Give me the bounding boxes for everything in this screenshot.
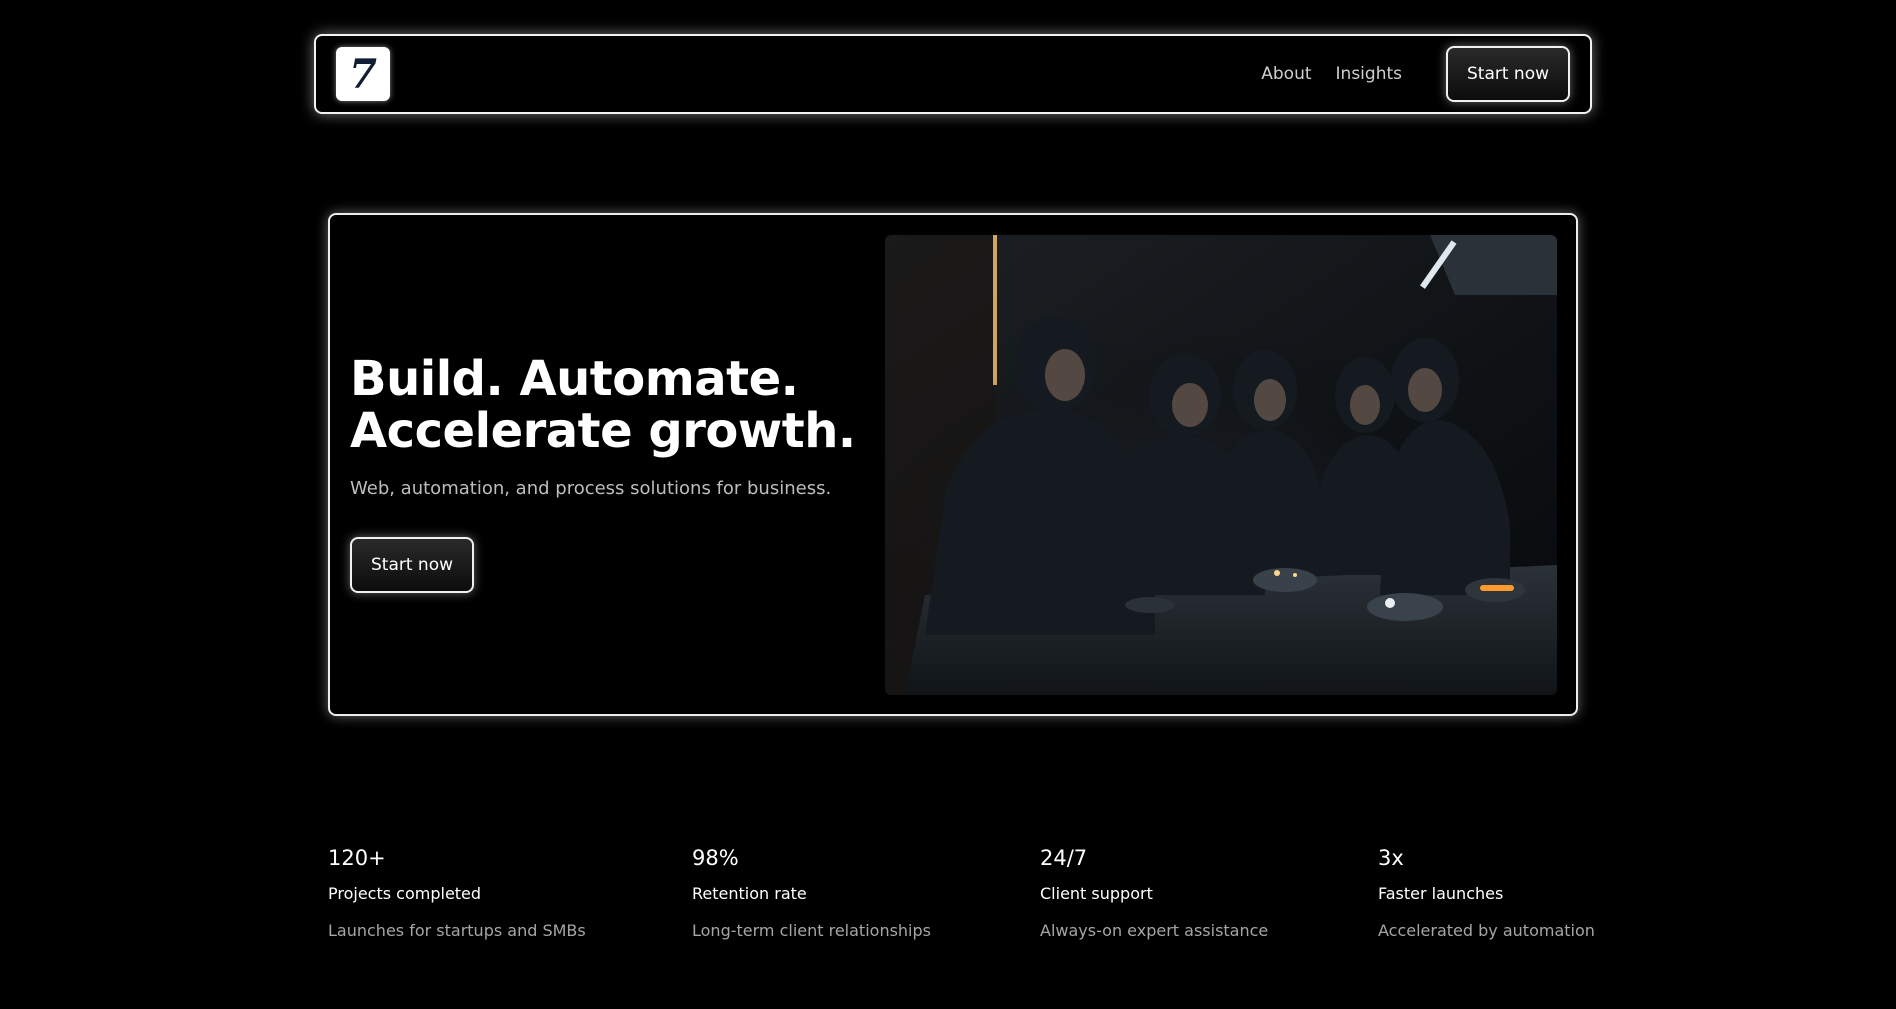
team-photo-illustration bbox=[885, 235, 1557, 695]
hero-title: Build. Automate. Accelerate growth. bbox=[350, 353, 856, 457]
hero-start-now-button[interactable]: Start now bbox=[350, 537, 474, 593]
stat-launches: 3x Faster launches Accelerated by automa… bbox=[1378, 846, 1595, 940]
stat-projects: 120+ Projects completed Launches for sta… bbox=[328, 846, 586, 940]
nav-link-insights[interactable]: Insights bbox=[1336, 64, 1402, 84]
stat-value: 3x bbox=[1378, 846, 1404, 870]
hero-card: Build. Automate. Accelerate growth. Web,… bbox=[328, 213, 1578, 716]
hero-image bbox=[885, 235, 1557, 695]
stat-value: 120+ bbox=[328, 846, 386, 870]
stat-retention: 98% Retention rate Long-term client rela… bbox=[692, 846, 931, 940]
stat-description: Accelerated by automation bbox=[1378, 921, 1595, 940]
stat-value: 98% bbox=[692, 846, 739, 870]
nav-links: About Insights Start now bbox=[1261, 46, 1570, 102]
top-navbar: 7 About Insights Start now bbox=[314, 34, 1592, 114]
stat-label: Client support bbox=[1040, 884, 1153, 903]
logo-glyph: 7 bbox=[349, 50, 377, 98]
stat-label: Retention rate bbox=[692, 884, 807, 903]
stat-label: Projects completed bbox=[328, 884, 482, 903]
nav-link-about[interactable]: About bbox=[1261, 64, 1311, 84]
stat-description: Always-on expert assistance bbox=[1040, 921, 1269, 940]
stat-description: Long-term client relationships bbox=[692, 921, 931, 940]
logo[interactable]: 7 bbox=[336, 47, 390, 101]
hero-title-line2: Accelerate growth. bbox=[350, 403, 856, 459]
stat-label: Faster launches bbox=[1378, 884, 1504, 903]
hero-title-line1: Build. Automate. bbox=[350, 351, 799, 407]
hero-subtitle: Web, automation, and process solutions f… bbox=[350, 478, 832, 499]
stat-value: 24/7 bbox=[1040, 846, 1088, 870]
header-start-now-button[interactable]: Start now bbox=[1446, 46, 1570, 102]
stat-support: 24/7 Client support Always-on expert ass… bbox=[1040, 846, 1268, 940]
stat-description: Launches for startups and SMBs bbox=[328, 921, 586, 940]
